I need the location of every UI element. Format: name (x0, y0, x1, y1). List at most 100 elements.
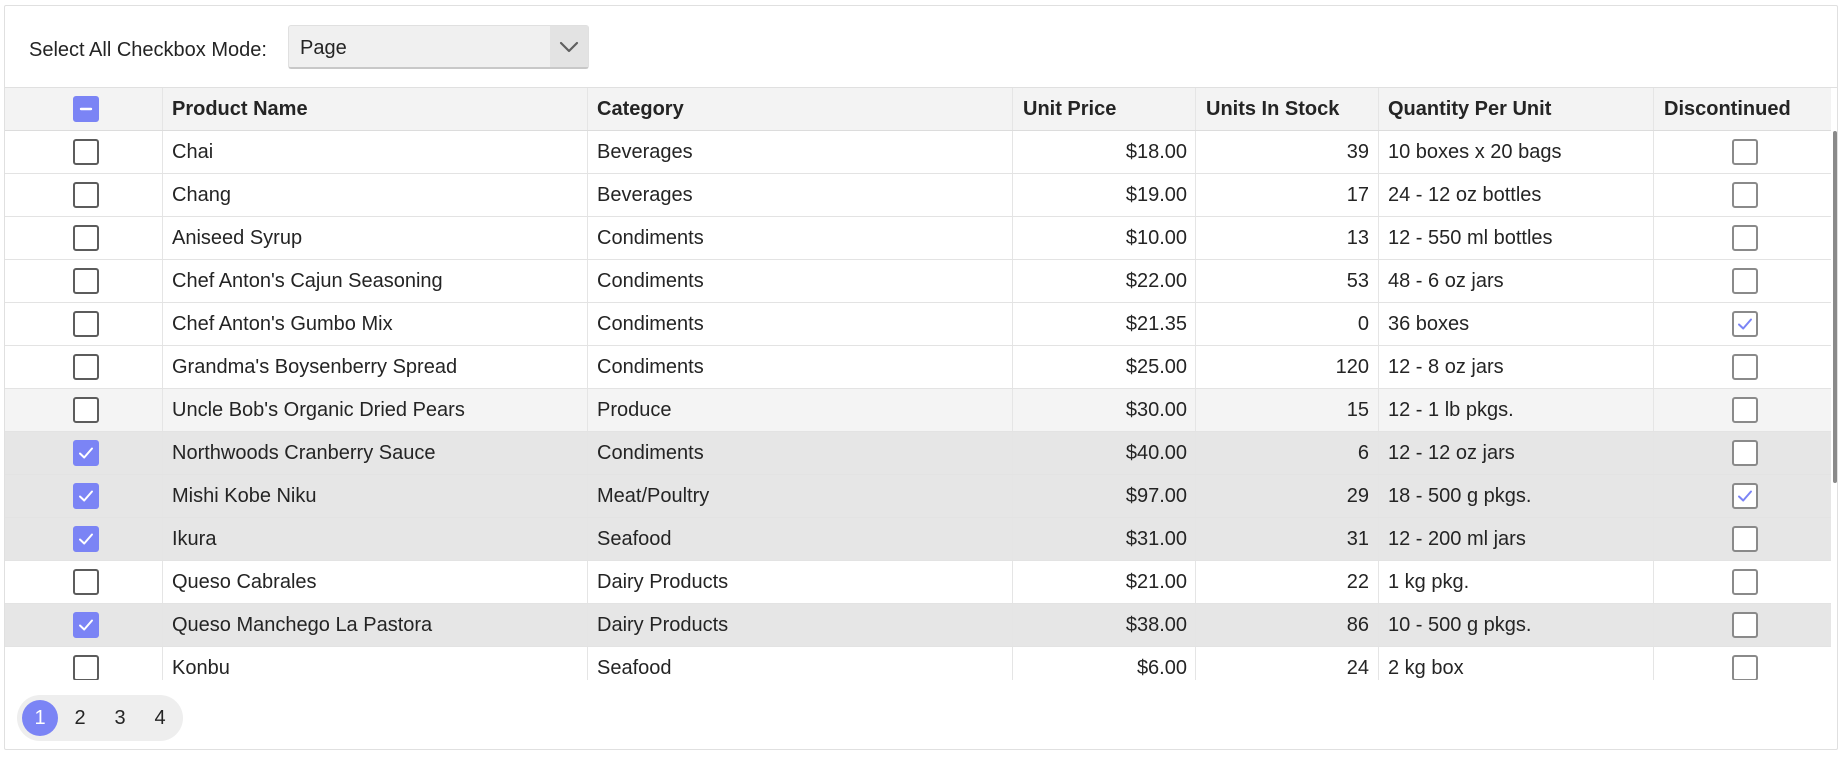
cell-discontinued (1654, 131, 1831, 173)
cell-product-name: Chang (163, 174, 588, 216)
table-row[interactable]: Grandma's Boysenberry Spread Condiments … (5, 346, 1831, 389)
row-select-checkbox[interactable] (73, 612, 99, 638)
cell-product-name: Chef Anton's Gumbo Mix (163, 303, 588, 345)
cell-product-name: Chef Anton's Cajun Seasoning (163, 260, 588, 302)
cell-product-name: Ikura (163, 518, 588, 560)
header-discontinued[interactable]: Discontinued (1654, 88, 1831, 130)
cell-unit-price: $30.00 (1013, 389, 1196, 431)
grid-header-row: Product Name Category Unit Price Units I… (5, 88, 1831, 131)
cell-category: Dairy Products (588, 561, 1013, 603)
discontinued-checkbox[interactable] (1732, 268, 1758, 294)
row-select-cell (5, 303, 163, 345)
row-select-checkbox[interactable] (73, 225, 99, 251)
cell-units-in-stock: 120 (1196, 346, 1379, 388)
cell-quantity-per-unit: 12 - 1 lb pkgs. (1379, 389, 1654, 431)
discontinued-checkbox[interactable] (1732, 440, 1758, 466)
page-button-1[interactable]: 1 (22, 700, 58, 736)
cell-unit-price: $38.00 (1013, 604, 1196, 646)
header-category[interactable]: Category (588, 88, 1013, 130)
discontinued-checkbox[interactable] (1732, 139, 1758, 165)
cell-units-in-stock: 0 (1196, 303, 1379, 345)
check-icon (79, 490, 93, 502)
row-select-checkbox[interactable] (73, 569, 99, 595)
discontinued-checkbox[interactable] (1732, 225, 1758, 251)
discontinued-checkbox[interactable] (1732, 182, 1758, 208)
row-select-cell (5, 561, 163, 603)
row-select-cell (5, 604, 163, 646)
cell-unit-price: $18.00 (1013, 131, 1196, 173)
scrollbar-thumb[interactable] (1833, 131, 1837, 483)
row-select-checkbox[interactable] (73, 311, 99, 337)
table-row[interactable]: Queso Cabrales Dairy Products $21.00 22 … (5, 561, 1831, 604)
row-select-checkbox[interactable] (73, 526, 99, 552)
discontinued-checkbox[interactable] (1732, 612, 1758, 638)
table-row[interactable]: Aniseed Syrup Condiments $10.00 13 12 - … (5, 217, 1831, 260)
discontinued-checkbox[interactable] (1732, 311, 1758, 337)
cell-unit-price: $22.00 (1013, 260, 1196, 302)
header-product-name[interactable]: Product Name (163, 88, 588, 130)
discontinued-checkbox[interactable] (1732, 655, 1758, 680)
check-icon (79, 447, 93, 459)
select-all-checkbox[interactable] (73, 96, 99, 122)
discontinued-checkbox[interactable] (1732, 483, 1758, 509)
discontinued-checkbox[interactable] (1732, 526, 1758, 552)
indeterminate-dash-icon (79, 107, 93, 111)
table-row[interactable]: Konbu Seafood $6.00 24 2 kg box (5, 647, 1831, 680)
row-select-checkbox[interactable] (73, 483, 99, 509)
cell-category: Condiments (588, 260, 1013, 302)
row-select-checkbox[interactable] (73, 440, 99, 466)
discontinued-checkbox[interactable] (1732, 569, 1758, 595)
cell-units-in-stock: 6 (1196, 432, 1379, 474)
cell-category: Condiments (588, 217, 1013, 259)
cell-product-name: Uncle Bob's Organic Dried Pears (163, 389, 588, 431)
cell-units-in-stock: 29 (1196, 475, 1379, 517)
header-units-in-stock[interactable]: Units In Stock (1196, 88, 1379, 130)
row-select-checkbox[interactable] (73, 354, 99, 380)
cell-category: Beverages (588, 131, 1013, 173)
cell-units-in-stock: 17 (1196, 174, 1379, 216)
table-row[interactable]: Queso Manchego La Pastora Dairy Products… (5, 604, 1831, 647)
discontinued-checkbox[interactable] (1732, 397, 1758, 423)
cell-quantity-per-unit: 24 - 12 oz bottles (1379, 174, 1654, 216)
table-row[interactable]: Chef Anton's Cajun Seasoning Condiments … (5, 260, 1831, 303)
vertical-scrollbar[interactable] (1831, 131, 1837, 680)
grid-frame: Select All Checkbox Mode: Page Product N… (4, 5, 1838, 750)
header-unit-price[interactable]: Unit Price (1013, 88, 1196, 130)
page-button-4[interactable]: 4 (142, 700, 178, 736)
cell-discontinued (1654, 432, 1831, 474)
table-row[interactable]: Mishi Kobe Niku Meat/Poultry $97.00 29 1… (5, 475, 1831, 518)
table-row[interactable]: Chef Anton's Gumbo Mix Condiments $21.35… (5, 303, 1831, 346)
table-row[interactable]: Chang Beverages $19.00 17 24 - 12 oz bot… (5, 174, 1831, 217)
table-row[interactable]: Northwoods Cranberry Sauce Condiments $4… (5, 432, 1831, 475)
combo-dropdown-button[interactable] (550, 26, 588, 67)
cell-unit-price: $31.00 (1013, 518, 1196, 560)
row-select-checkbox[interactable] (73, 655, 99, 680)
cell-product-name: Queso Cabrales (163, 561, 588, 603)
page-button-3[interactable]: 3 (102, 700, 138, 736)
select-all-mode-combobox[interactable]: Page (288, 25, 589, 69)
cell-quantity-per-unit: 12 - 550 ml bottles (1379, 217, 1654, 259)
table-row[interactable]: Uncle Bob's Organic Dried Pears Produce … (5, 389, 1831, 432)
page-button-2[interactable]: 2 (62, 700, 98, 736)
row-select-checkbox[interactable] (73, 139, 99, 165)
table-row[interactable]: Ikura Seafood $31.00 31 12 - 200 ml jars (5, 518, 1831, 561)
row-select-cell (5, 647, 163, 680)
cell-product-name: Konbu (163, 647, 588, 680)
cell-unit-price: $40.00 (1013, 432, 1196, 474)
discontinued-checkbox[interactable] (1732, 354, 1758, 380)
row-select-checkbox[interactable] (73, 268, 99, 294)
row-select-checkbox[interactable] (73, 182, 99, 208)
check-icon (79, 619, 93, 631)
products-grid: Product Name Category Unit Price Units I… (5, 87, 1837, 680)
cell-units-in-stock: 31 (1196, 518, 1379, 560)
chevron-down-icon (559, 41, 579, 52)
row-select-cell (5, 131, 163, 173)
row-select-cell (5, 518, 163, 560)
toolbar: Select All Checkbox Mode: Page (5, 6, 1837, 87)
cell-category: Seafood (588, 518, 1013, 560)
table-row[interactable]: Chai Beverages $18.00 39 10 boxes x 20 b… (5, 131, 1831, 174)
cell-discontinued (1654, 303, 1831, 345)
cell-category: Dairy Products (588, 604, 1013, 646)
header-quantity-per-unit[interactable]: Quantity Per Unit (1379, 88, 1654, 130)
row-select-checkbox[interactable] (73, 397, 99, 423)
